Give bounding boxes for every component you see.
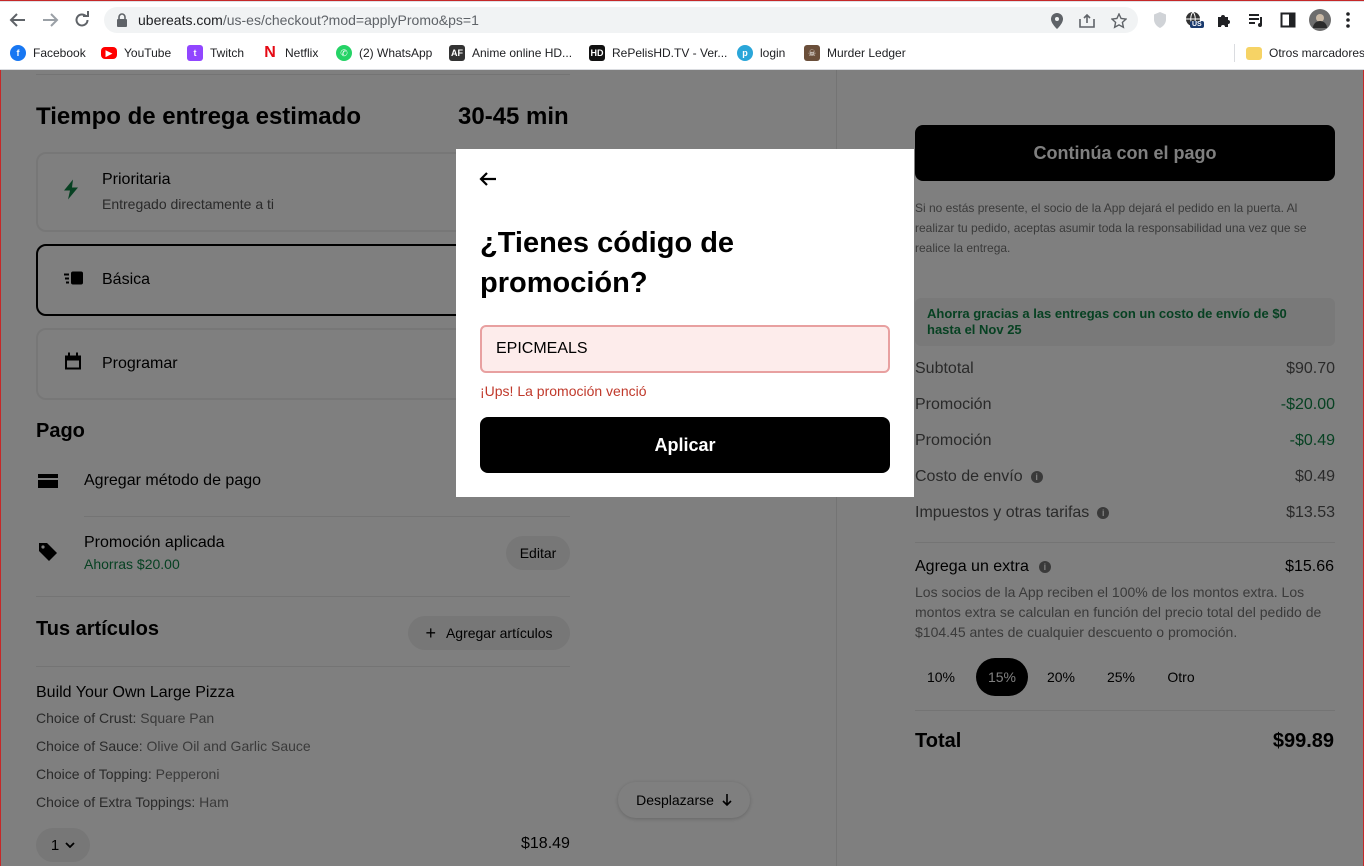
bookmark-label: RePelisHD.TV - Ver...: [612, 46, 728, 60]
bookmark-whatsapp[interactable]: ✆ (2) WhatsApp: [336, 43, 432, 63]
url-path: /us-es/checkout?mod=applyPromo&ps=1: [222, 12, 479, 28]
bookmark-label: Murder Ledger: [827, 46, 906, 60]
bookmark-star-icon[interactable]: [1110, 12, 1128, 30]
bookmarks-bar: f Facebook ▶ YouTube t Twitch N Netflix ✆ (2)…: [0, 36, 1364, 70]
bookmark-label: Otros marcadores: [1269, 46, 1364, 60]
bookmark-label: Anime online HD...: [472, 46, 573, 60]
bookmark-label: YouTube: [124, 46, 172, 60]
window-border: [0, 70, 1, 866]
media-queue-icon[interactable]: [1246, 10, 1266, 30]
modal-title: ¿Tienes código de promoción?: [480, 227, 735, 299]
bookmarks-separator: [1234, 44, 1235, 62]
bookmark-label: (2) WhatsApp: [359, 46, 433, 60]
login-icon: p: [737, 45, 753, 61]
repelis-icon: HD: [589, 45, 605, 61]
bookmark-youtube[interactable]: ▶ YouTube: [101, 43, 171, 63]
bookmark-netflix[interactable]: N Netflix: [262, 43, 318, 63]
folder-icon: [1246, 46, 1262, 60]
share-icon[interactable]: [1078, 12, 1096, 30]
url-text: ubereats.com/us-es/checkout?mod=applyPro…: [138, 12, 479, 28]
bookmark-label: Facebook: [33, 46, 86, 60]
facebook-icon: f: [10, 45, 26, 61]
browser-chrome: ubereats.com/us-es/checkout?mod=applyPro…: [0, 0, 1364, 70]
bookmark-facebook[interactable]: f Facebook: [10, 43, 86, 63]
bookmark-twitch[interactable]: t Twitch: [187, 43, 244, 63]
bookmark-murder-ledger[interactable]: ☠ Murder Ledger: [804, 43, 906, 63]
vpn-globe-icon[interactable]: US: [1184, 10, 1204, 30]
shield-extension-icon[interactable]: [1150, 10, 1170, 30]
promo-error-message: ¡Ups! La promoción venció: [480, 383, 647, 399]
bookmark-label: Twitch: [210, 46, 245, 60]
apply-promo-button[interactable]: Aplicar: [480, 417, 890, 473]
reload-icon[interactable]: [70, 8, 94, 32]
extensions-puzzle-icon[interactable]: [1214, 10, 1234, 30]
bookmark-label: login: [760, 46, 786, 60]
promo-code-input[interactable]: [480, 325, 890, 373]
bookmark-login[interactable]: p login: [737, 43, 785, 63]
twitch-icon: t: [187, 45, 203, 61]
netflix-icon: N: [264, 44, 276, 61]
back-nav-icon[interactable]: [6, 8, 30, 32]
checkout-page: Tiempo de entrega estimado 30-45 min Pri…: [0, 70, 1364, 866]
murder-ledger-icon: ☠: [804, 45, 820, 61]
url-host: ubereats.com: [138, 12, 223, 28]
location-icon[interactable]: [1048, 12, 1066, 30]
browser-menu-icon[interactable]: [1338, 10, 1358, 30]
back-arrow-icon[interactable]: [478, 169, 498, 189]
us-badge: US: [1190, 21, 1204, 28]
forward-nav-icon[interactable]: [38, 8, 62, 32]
promo-code-modal: ¿Tienes código de promoción? ¡Ups! La pr…: [456, 149, 914, 497]
animeflv-icon: AF: [449, 45, 465, 61]
bookmark-label: Netflix: [285, 46, 319, 60]
sidebar-panel-icon[interactable]: [1278, 10, 1298, 30]
bookmark-other-folder[interactable]: Otros marcadores: [1246, 43, 1364, 63]
youtube-icon: ▶: [101, 47, 117, 59]
profile-avatar[interactable]: [1309, 9, 1331, 31]
browser-toolbar: ubereats.com/us-es/checkout?mod=applyPro…: [0, 2, 1364, 36]
address-bar[interactable]: ubereats.com/us-es/checkout?mod=applyPro…: [104, 7, 1138, 33]
bookmark-repelis[interactable]: HD RePelisHD.TV - Ver...: [589, 43, 727, 63]
whatsapp-icon: ✆: [336, 45, 352, 61]
bookmark-anime[interactable]: AF Anime online HD...: [449, 43, 572, 63]
lock-icon: [116, 13, 128, 32]
